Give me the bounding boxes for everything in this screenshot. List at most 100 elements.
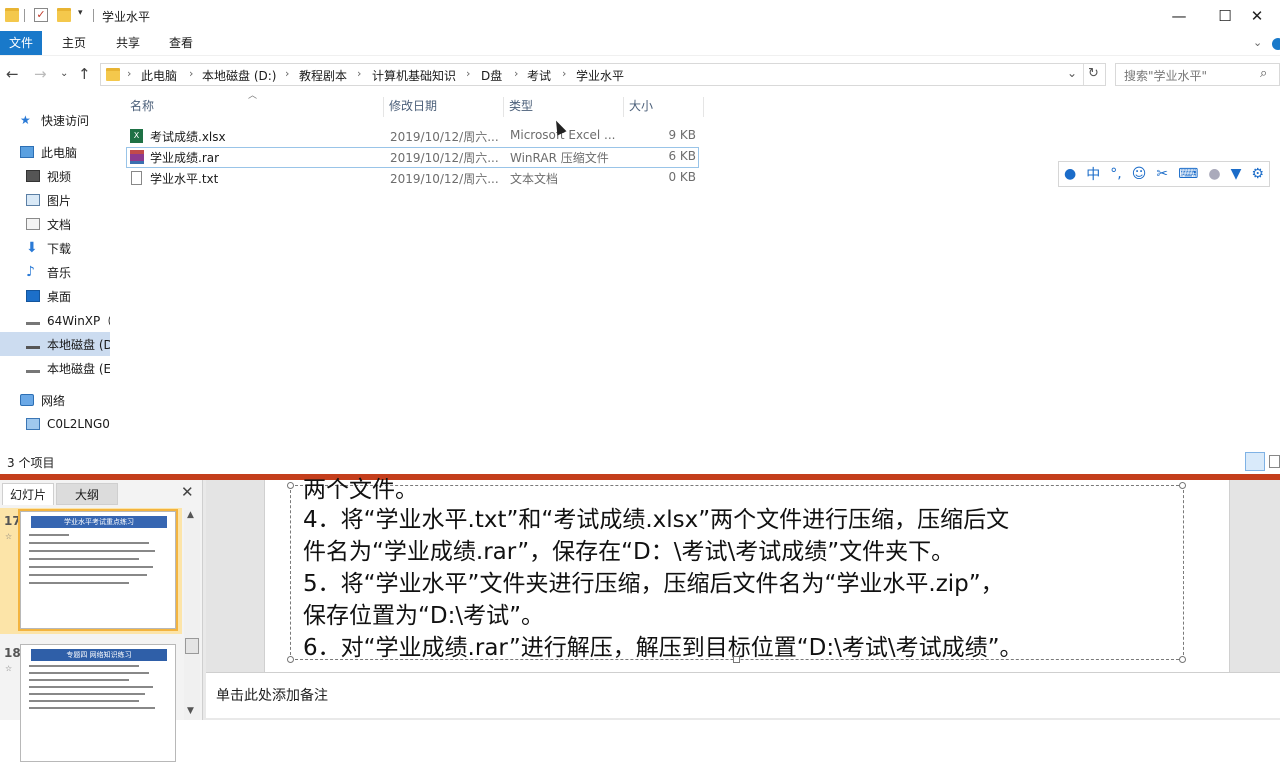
ime-mode[interactable]: 中 bbox=[1086, 164, 1100, 184]
nav-pictures[interactable]: 图片 bbox=[26, 188, 110, 212]
content-textbox[interactable]: 两个文件。 4．将“学业水平.txt”和“考试成绩.xlsx”两个文件进行压缩，… bbox=[290, 477, 1184, 661]
tab-share[interactable]: 共享 bbox=[106, 31, 150, 55]
scroll-down-icon[interactable]: ▼ bbox=[187, 706, 194, 716]
thumb-line bbox=[29, 679, 129, 681]
scroll-thumb[interactable] bbox=[185, 638, 199, 654]
close-button[interactable]: ✕ bbox=[1234, 0, 1280, 31]
punctuation-icon[interactable]: °, bbox=[1110, 166, 1121, 182]
search-input[interactable]: 搜索"学业水平" ⌕ bbox=[1115, 63, 1280, 86]
nav-label: 64WinXP（ bbox=[47, 313, 110, 328]
resize-handle[interactable] bbox=[1179, 482, 1186, 489]
keyboard-icon[interactable]: ⌨ bbox=[1178, 166, 1198, 182]
ime-toolbar[interactable]: ● 中 °, ☺ ✂ ⌨ ● ▼ ⚙ bbox=[1058, 161, 1270, 187]
nav-downloads[interactable]: ⬇ 下载 bbox=[26, 236, 110, 260]
tab-slides[interactable]: 幻灯片 bbox=[2, 483, 54, 505]
crumb-d-drive[interactable]: D盘 bbox=[481, 67, 502, 84]
crumb-this-pc[interactable]: 此电脑 bbox=[141, 67, 177, 84]
file-row[interactable]: 学业水平.txt 2019/10/12/周六... 文本文档 0 KB bbox=[126, 168, 699, 189]
thumb-line bbox=[29, 542, 149, 544]
up-arrow-icon[interactable]: ↑ bbox=[78, 65, 91, 83]
nav-disk-e[interactable]: 本地磁盘 (E bbox=[26, 356, 110, 380]
nav-disk-d[interactable]: 本地磁盘 (D bbox=[0, 332, 110, 356]
slide-thumbnail[interactable]: 专题四 网络知识练习 bbox=[20, 644, 176, 762]
properties-check-icon[interactable]: ✓ bbox=[34, 8, 48, 22]
status-bar: 3 个项目 bbox=[0, 450, 1280, 474]
drive-icon bbox=[26, 364, 40, 373]
settings-gear-icon[interactable]: ⚙ bbox=[1251, 166, 1264, 182]
details-view-icon[interactable] bbox=[1245, 452, 1265, 471]
resize-handle[interactable] bbox=[287, 656, 294, 663]
notes-pane[interactable]: 单击此处添加备注 bbox=[206, 672, 1280, 718]
new-folder-icon[interactable] bbox=[57, 8, 71, 22]
slide-text-line: 6．对“学业成绩.rar”进行解压，解压到目标位置“D:\考试\考试成绩”。 bbox=[303, 635, 1023, 661]
nav-label: 桌面 bbox=[47, 289, 72, 304]
ribbon-tabs: 文件 主页 共享 查看 ⌄ bbox=[0, 31, 1280, 56]
forward-arrow-icon[interactable]: → bbox=[34, 65, 47, 83]
crumb-tutorial[interactable]: 教程剧本 bbox=[299, 67, 347, 84]
slide-editor: 两个文件。 4．将“学业水平.txt”和“考试成绩.xlsx”两个文件进行压缩，… bbox=[206, 477, 1280, 674]
column-name[interactable]: 名称 bbox=[126, 97, 384, 117]
nav-drive-winxp[interactable]: 64WinXP（ bbox=[26, 308, 110, 332]
resize-handle[interactable] bbox=[287, 482, 294, 489]
slide-number: 17 bbox=[4, 514, 21, 528]
divider bbox=[24, 9, 25, 22]
large-icons-view-icon[interactable] bbox=[1269, 455, 1280, 468]
ime-logo-icon[interactable]: ● bbox=[1064, 166, 1076, 182]
address-row: ← → ⌄ ↑ › 此电脑 › 本地磁盘 (D:) › 教程剧本 › 计算机基础… bbox=[0, 57, 1280, 91]
scissors-icon[interactable]: ✂ bbox=[1156, 166, 1168, 182]
nav-quick-access[interactable]: ★ 快速访问 bbox=[20, 108, 110, 132]
minimize-button[interactable]: — bbox=[1156, 0, 1202, 31]
resize-handle[interactable] bbox=[1179, 656, 1186, 663]
star-icon: ★ bbox=[20, 113, 31, 127]
skin-icon[interactable]: ▼ bbox=[1231, 166, 1242, 182]
crumb-exam[interactable]: 考试 bbox=[527, 67, 551, 84]
emoji-icon[interactable]: ☺ bbox=[1132, 166, 1147, 182]
nav-network-computer[interactable]: C0L2LNG0 bbox=[26, 412, 110, 436]
help-icon[interactable] bbox=[1272, 38, 1280, 50]
nav-label: 网络 bbox=[41, 393, 66, 408]
resize-handle[interactable] bbox=[733, 656, 740, 663]
thumb-line bbox=[29, 693, 145, 695]
scroll-up-icon[interactable]: ▲ bbox=[187, 510, 194, 520]
crumb-separator: › bbox=[514, 67, 519, 80]
file-row[interactable]: X 考试成绩.xlsx 2019/10/12/周六... Microsoft E… bbox=[126, 126, 699, 147]
nav-this-pc[interactable]: 此电脑 bbox=[20, 140, 110, 164]
thumb-line bbox=[29, 700, 139, 702]
slide-thumbnail[interactable]: 学业水平考试重点练习 bbox=[18, 509, 178, 631]
refresh-icon[interactable]: ↻ bbox=[1088, 66, 1099, 81]
file-row-selected[interactable]: 学业成绩.rar 2019/10/12/周六... WinRAR 压缩文件 6 … bbox=[126, 147, 699, 168]
recent-locations-icon[interactable]: ⌄ bbox=[60, 68, 68, 79]
nav-network[interactable]: 网络 bbox=[20, 388, 110, 412]
column-date[interactable]: 修改日期 bbox=[385, 97, 504, 117]
crumb-computer-basics[interactable]: 计算机基础知识 bbox=[372, 67, 456, 84]
column-size[interactable]: 大小 bbox=[625, 97, 704, 117]
chevron-down-icon[interactable]: ⌄ bbox=[1253, 36, 1262, 49]
nav-videos[interactable]: 视频 bbox=[26, 164, 110, 188]
video-icon bbox=[26, 170, 40, 182]
crumb-disk-d[interactable]: 本地磁盘 (D:) bbox=[202, 67, 276, 84]
nav-label: 下载 bbox=[47, 241, 72, 256]
nav-music[interactable]: ♪ 音乐 bbox=[26, 260, 110, 284]
address-bar[interactable]: › 此电脑 › 本地磁盘 (D:) › 教程剧本 › 计算机基础知识 › D盘 … bbox=[100, 63, 1106, 86]
tab-home[interactable]: 主页 bbox=[52, 31, 96, 55]
close-pane-icon[interactable]: ✕ bbox=[181, 483, 194, 501]
text-file-icon bbox=[131, 171, 142, 185]
thumbs-scrollbar[interactable]: ▲ ▼ bbox=[184, 510, 200, 720]
nav-desktop[interactable]: 桌面 bbox=[26, 284, 110, 308]
nav-documents[interactable]: 文档 bbox=[26, 212, 110, 236]
tab-view[interactable]: 查看 bbox=[159, 31, 203, 55]
back-arrow-icon[interactable]: ← bbox=[6, 65, 19, 83]
column-type[interactable]: 类型 bbox=[505, 97, 624, 117]
crumb-separator: › bbox=[189, 67, 194, 80]
slide-text-line: 两个文件。 bbox=[303, 477, 418, 503]
computer-icon bbox=[26, 418, 40, 430]
address-dropdown-icon[interactable]: ⌄ bbox=[1067, 66, 1077, 80]
slide-text-line: 保存位置为“D:\考试”。 bbox=[303, 603, 545, 629]
file-size: 6 KB bbox=[668, 149, 696, 163]
tab-file[interactable]: 文件 bbox=[0, 31, 42, 55]
customize-quick-access-icon[interactable]: ▾ bbox=[78, 8, 83, 18]
crumb-academic-level[interactable]: 学业水平 bbox=[576, 67, 624, 84]
user-icon[interactable]: ● bbox=[1208, 166, 1220, 182]
tab-outline[interactable]: 大纲 bbox=[56, 483, 118, 505]
document-icon bbox=[26, 218, 40, 230]
